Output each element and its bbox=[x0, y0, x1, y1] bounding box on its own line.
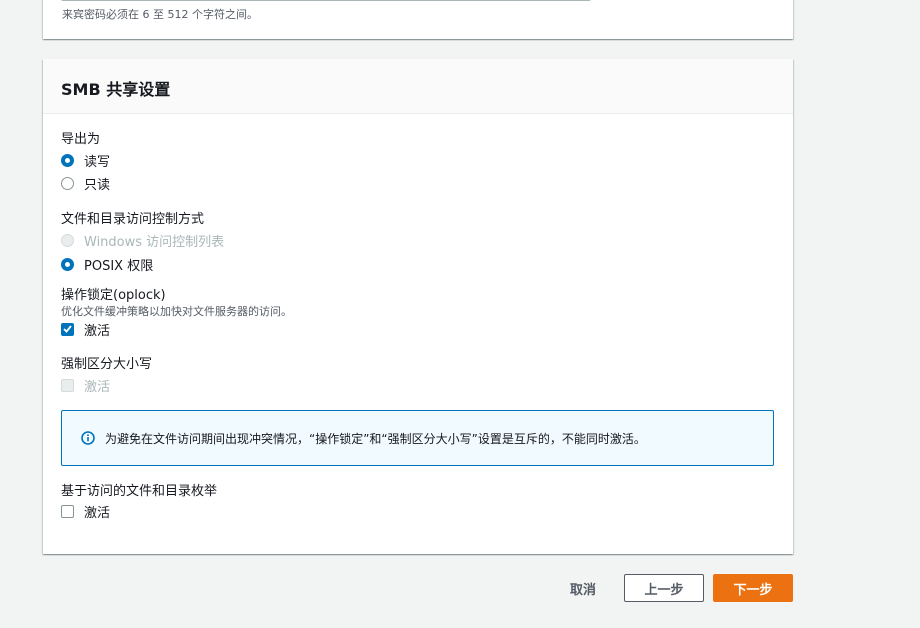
check-icon bbox=[63, 325, 72, 333]
checkbox-label: 激活 bbox=[84, 323, 111, 339]
checkbox-unchecked[interactable] bbox=[61, 504, 74, 518]
access-control-label: 文件和目录访问控制方式 bbox=[61, 212, 205, 227]
info-alert: 为避免在文件访问期间出现冲突情况，“操作锁定”和“强制区分大小写”设置是互斥的，… bbox=[61, 410, 774, 466]
radio-label: POSIX 权限 bbox=[84, 258, 154, 274]
previous-button[interactable]: 上一步 bbox=[624, 574, 704, 602]
guest-password-input[interactable] bbox=[61, 0, 591, 1]
section-title: SMB 共享设置 bbox=[61, 80, 171, 99]
radio-windows-acl: Windows 访问控制列表 bbox=[61, 232, 225, 250]
radio-posix[interactable]: POSIX 权限 bbox=[61, 256, 154, 274]
checkbox-case-sensitive: 激活 bbox=[61, 377, 111, 395]
access-based-enum-label: 基于访问的文件和目录枚举 bbox=[61, 484, 218, 499]
info-text: 为避免在文件访问期间出现冲突情况，“操作锁定”和“强制区分大小写”设置是互斥的，… bbox=[105, 431, 646, 446]
radio-button-checked[interactable] bbox=[61, 257, 74, 271]
radio-label: 只读 bbox=[84, 177, 111, 193]
cancel-button[interactable]: 取消 bbox=[558, 574, 608, 602]
checkbox-label: 激活 bbox=[84, 379, 111, 395]
checkbox-checked[interactable] bbox=[61, 322, 74, 336]
card-header: SMB 共享设置 bbox=[43, 59, 793, 114]
radio-read-only[interactable]: 只读 bbox=[61, 175, 111, 193]
export-as-label: 导出为 bbox=[61, 132, 101, 147]
radio-button[interactable] bbox=[61, 176, 74, 190]
info-icon bbox=[81, 431, 95, 445]
case-sensitive-label: 强制区分大小写 bbox=[61, 357, 153, 372]
radio-label: Windows 访问控制列表 bbox=[84, 234, 225, 250]
checkbox-access-based-enum[interactable]: 激活 bbox=[61, 503, 111, 521]
next-button[interactable]: 下一步 bbox=[713, 574, 793, 602]
checkbox-oplock[interactable]: 激活 bbox=[61, 321, 111, 339]
radio-button-disabled bbox=[61, 233, 74, 247]
smb-settings-card: SMB 共享设置 导出为 读写 只读 文件和目录访问控制方式 Windows 访… bbox=[43, 59, 793, 554]
radio-button-checked[interactable] bbox=[61, 153, 74, 167]
radio-label: 读写 bbox=[84, 154, 111, 170]
password-section-card: 来宾密码必须在 6 至 512 个字符之间。 bbox=[43, 0, 793, 39]
checkbox-label: 激活 bbox=[84, 505, 111, 521]
wizard-actions: 取消 上一步 下一步 bbox=[558, 574, 793, 602]
oplock-label: 操作锁定(oplock) bbox=[61, 288, 166, 303]
radio-read-write[interactable]: 读写 bbox=[61, 152, 111, 170]
checkbox-disabled bbox=[61, 378, 74, 392]
password-hint: 来宾密码必须在 6 至 512 个字符之间。 bbox=[62, 8, 258, 21]
oplock-description: 优化文件缓冲策略以加快对文件服务器的访问。 bbox=[61, 305, 292, 318]
